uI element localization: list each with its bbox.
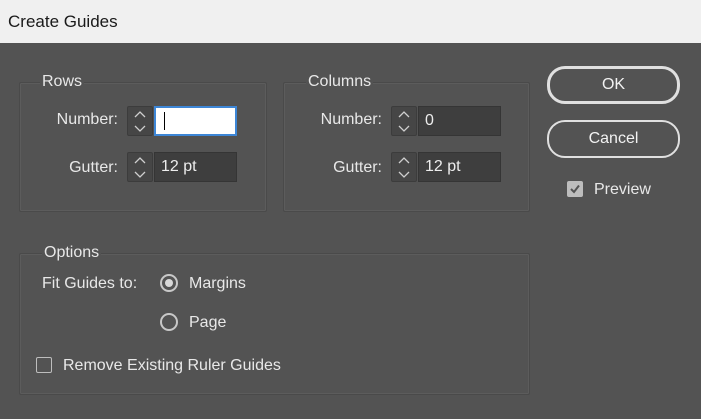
- fit-page-label[interactable]: Page: [189, 314, 226, 332]
- chevron-down-icon[interactable]: [392, 121, 416, 135]
- chevron-up-icon[interactable]: [392, 107, 416, 121]
- text-caret: [164, 111, 165, 130]
- chevron-down-icon[interactable]: [128, 121, 152, 135]
- chevron-up-icon[interactable]: [128, 153, 152, 167]
- cancel-button[interactable]: Cancel: [547, 120, 680, 158]
- chevron-down-icon[interactable]: [392, 167, 416, 181]
- rows-gutter-stepper[interactable]: [127, 152, 153, 182]
- columns-number-label: Number:: [320, 111, 382, 128]
- columns-gutter-stepper[interactable]: [391, 152, 417, 182]
- options-group-title: Options: [42, 244, 102, 262]
- rows-gutter-input[interactable]: 12 pt: [154, 152, 237, 182]
- fit-margins-label[interactable]: Margins: [189, 275, 246, 293]
- ok-button[interactable]: OK: [547, 66, 680, 104]
- checkmark-icon: [570, 184, 580, 194]
- radio-selected-dot: [165, 279, 173, 287]
- window-title: Create Guides: [8, 12, 118, 31]
- columns-number-input[interactable]: 0: [418, 106, 501, 136]
- fit-margins-radio[interactable]: [160, 274, 178, 292]
- columns-number-stepper[interactable]: [391, 106, 417, 136]
- window-titlebar[interactable]: Create Guides: [0, 0, 701, 43]
- remove-ruler-guides-checkbox[interactable]: [36, 357, 52, 373]
- rows-number-stepper[interactable]: [127, 106, 153, 136]
- chevron-up-icon[interactable]: [392, 153, 416, 167]
- columns-gutter-label: Gutter:: [333, 159, 382, 176]
- rows-number-input[interactable]: [154, 106, 237, 136]
- chevron-down-icon[interactable]: [128, 167, 152, 181]
- fit-page-radio[interactable]: [160, 313, 178, 331]
- rows-gutter-label: Gutter:: [69, 159, 118, 176]
- remove-ruler-guides-label[interactable]: Remove Existing Ruler Guides: [63, 357, 281, 375]
- columns-gutter-input[interactable]: 12 pt: [418, 152, 501, 182]
- fit-guides-label: Fit Guides to:: [42, 275, 138, 292]
- rows-group: [19, 82, 267, 212]
- preview-checkbox[interactable]: [567, 181, 583, 197]
- chevron-up-icon[interactable]: [128, 107, 152, 121]
- columns-group: [283, 82, 530, 212]
- create-guides-dialog: Rows Number: Gutter: 12 pt Columns Numbe…: [0, 43, 701, 419]
- columns-group-title: Columns: [306, 73, 374, 91]
- rows-group-title: Rows: [40, 73, 85, 91]
- preview-label[interactable]: Preview: [594, 181, 651, 199]
- rows-number-label: Number:: [56, 111, 118, 128]
